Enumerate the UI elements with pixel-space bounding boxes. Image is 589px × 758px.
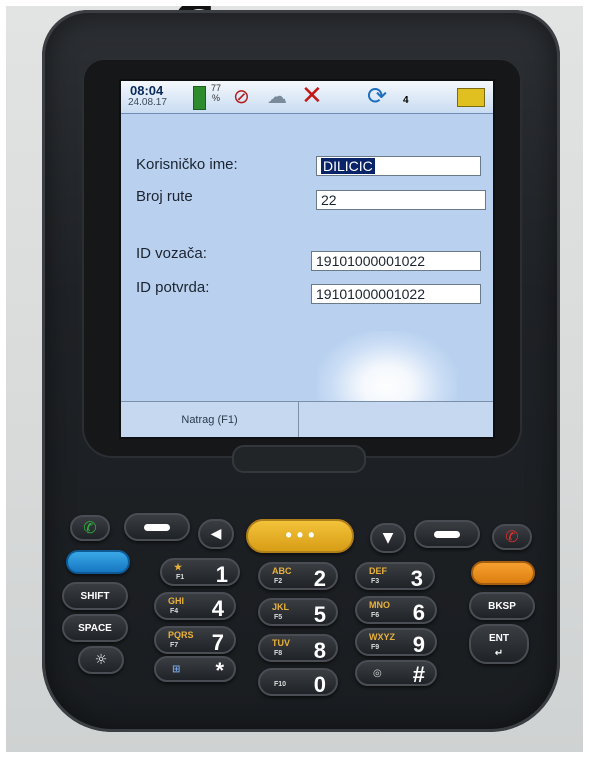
key-7[interactable]: PQRS F7 7 <box>154 626 236 655</box>
left-soft-icon <box>144 524 170 531</box>
enter-arrow-icon: ↵ <box>494 648 504 659</box>
key-9-alpha: WXYZ <box>369 632 395 642</box>
key-5[interactable]: JKL F5 5 <box>258 598 338 627</box>
key-3[interactable]: DEF F3 3 <box>355 562 435 591</box>
driver-id-label: ID vozača: <box>136 245 207 262</box>
scan-dots-icon: • • • <box>285 525 315 545</box>
sync-count: 4 <box>403 95 409 106</box>
key-3-label: 3 <box>410 566 423 591</box>
key-7-alpha: PQRS <box>168 630 194 640</box>
username-value: DILICIC <box>321 158 375 174</box>
username-field[interactable]: DILICIC <box>316 156 481 176</box>
key-4[interactable]: GHI F4 4 <box>154 592 236 621</box>
key-6[interactable]: MNO F6 6 <box>355 596 437 625</box>
key-star[interactable]: ⊞ * <box>154 656 236 683</box>
key-5-fn: F5 <box>274 614 283 621</box>
key-8-alpha: TUV <box>272 638 290 648</box>
softkey-bar: Natrag (F1) <box>121 401 493 437</box>
nav-left-button[interactable]: ◀ <box>198 519 234 549</box>
battery-percent: 77 % <box>210 83 221 103</box>
no-signal-icon: ⊘ <box>233 84 250 108</box>
right-soft-button[interactable] <box>414 520 480 548</box>
orange-function-key[interactable] <box>471 561 535 585</box>
phone-icon: ✆ <box>83 518 97 537</box>
left-soft-button[interactable] <box>124 513 190 541</box>
key-6-fn: F6 <box>371 612 380 619</box>
key-4-alpha: GHI <box>168 596 185 606</box>
no-connection-icon: ✕ <box>301 81 323 111</box>
key-3-fn: F3 <box>371 578 380 585</box>
space-key[interactable]: SPACE <box>62 614 128 642</box>
device-screen: 08:04 24.08.17 77 % ⊘ ☁ ✕ ⟳ 4 Korisničko… <box>119 79 495 439</box>
ok-icon: ◎ <box>373 668 382 679</box>
clock-time: 08:04 <box>130 83 164 98</box>
confirm-id-label: ID potvrda: <box>136 279 210 296</box>
key-4-fn: F4 <box>170 608 179 615</box>
nav-right-button[interactable]: ▼ <box>370 523 406 553</box>
no-gps-icon: ☁ <box>267 84 287 108</box>
key-0-fn: F10 <box>274 681 287 688</box>
right-soft-icon <box>434 531 460 538</box>
key-3-alpha: DEF <box>369 566 387 576</box>
key-1-label: 1 <box>215 562 228 587</box>
light-bulb-icon: ☼ <box>94 652 108 668</box>
key-9-fn: F9 <box>371 644 380 651</box>
key-9-label: 9 <box>412 632 425 657</box>
shift-key[interactable]: SHIFT <box>62 582 128 610</box>
key-6-label: 6 <box>412 600 425 625</box>
key-hash[interactable]: ◎ # <box>355 660 437 687</box>
keyboard-icon[interactable] <box>457 88 485 107</box>
key-8-fn: F8 <box>274 650 283 657</box>
confirm-id-field[interactable]: 19101000001022 <box>311 284 481 304</box>
key-4-label: 4 <box>211 596 224 621</box>
key-5-alpha: JKL <box>272 602 290 612</box>
key-1[interactable]: ★ F1 1 <box>160 558 240 587</box>
speaker-grille <box>232 445 366 473</box>
key-7-fn: F7 <box>170 642 179 649</box>
sync-icon: ⟳ <box>367 82 388 110</box>
blue-function-key[interactable] <box>66 550 130 574</box>
key-2-label: 2 <box>313 566 326 591</box>
route-field[interactable]: 22 <box>316 190 486 210</box>
status-bar: 08:04 24.08.17 77 % ⊘ ☁ ✕ ⟳ 4 <box>121 81 493 114</box>
key-1-fn: F1 <box>176 574 185 581</box>
windows-icon: ⊞ <box>172 664 181 675</box>
arrow-left-icon: ◀ <box>210 526 222 542</box>
end-call-icon: ✆ <box>505 527 519 546</box>
back-softkey[interactable]: Natrag (F1) <box>121 402 299 437</box>
scan-button[interactable]: • • • <box>246 519 354 553</box>
username-label: Korisničko ime: <box>136 156 238 173</box>
right-softkey[interactable] <box>299 402 493 437</box>
key-0[interactable]: F10 0 <box>258 668 338 697</box>
key-8[interactable]: TUV F8 8 <box>258 634 338 663</box>
driver-id-field[interactable]: 19101000001022 <box>311 251 481 271</box>
end-call-button[interactable]: ✆ <box>492 524 532 550</box>
route-label: Broj rute <box>136 188 193 205</box>
arrow-right-icon: ▼ <box>382 530 394 546</box>
key-5-label: 5 <box>313 602 326 627</box>
key-1-alpha: ★ <box>174 562 183 572</box>
backspace-key[interactable]: BKSP <box>469 592 535 620</box>
light-key[interactable]: ☼ <box>78 646 124 674</box>
key-0-label: 0 <box>313 672 326 697</box>
key-2[interactable]: ABC F2 2 <box>258 562 338 591</box>
key-6-alpha: MNO <box>369 600 390 610</box>
enter-label: ENT <box>489 633 509 644</box>
key-8-label: 8 <box>313 638 326 663</box>
key-2-alpha: ABC <box>272 566 292 576</box>
key-hash-label: # <box>412 662 425 687</box>
key-7-label: 7 <box>211 630 224 655</box>
key-2-fn: F2 <box>274 578 283 585</box>
call-button[interactable]: ✆ <box>70 515 110 541</box>
battery-icon <box>193 86 206 110</box>
key-star-label: * <box>215 658 224 683</box>
clock-date: 24.08.17 <box>128 97 167 108</box>
enter-key[interactable]: ENT ↵ <box>469 624 529 664</box>
key-9[interactable]: WXYZ F9 9 <box>355 628 437 657</box>
